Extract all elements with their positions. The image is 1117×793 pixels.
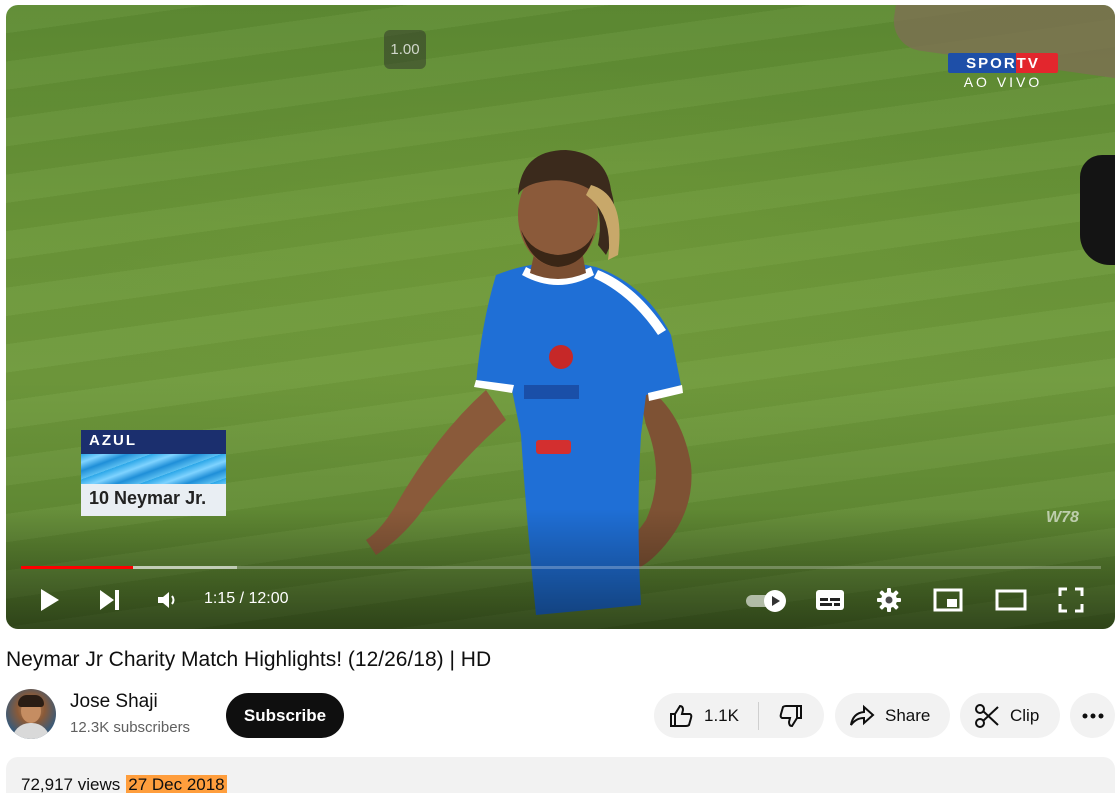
- volume-button[interactable]: [152, 585, 182, 615]
- sportv-logo-text: SPORTV: [948, 53, 1058, 73]
- share-icon: [850, 704, 875, 726]
- miniplayer-icon: [933, 588, 963, 612]
- progress-bar[interactable]: [21, 566, 1101, 569]
- channel-avatar[interactable]: [6, 689, 56, 739]
- more-actions-button[interactable]: [1070, 693, 1115, 738]
- play-icon: [41, 589, 59, 611]
- share-button[interactable]: Share: [835, 693, 950, 738]
- next-button[interactable]: [94, 585, 124, 615]
- next-icon: [100, 590, 119, 610]
- theater-mode-icon: [995, 589, 1027, 611]
- thumbs-down-icon: [779, 704, 802, 727]
- dislike-button[interactable]: [759, 693, 823, 738]
- live-label: AO VIVO: [963, 74, 1043, 90]
- player-name-label: 10 Neymar Jr.: [81, 484, 226, 516]
- scissors-icon: [975, 703, 999, 728]
- clip-label: Clip: [1010, 705, 1040, 725]
- background-figure: [1080, 155, 1115, 265]
- play-button[interactable]: [34, 585, 64, 615]
- fullscreen-icon: [1058, 587, 1084, 613]
- team-label: AZUL: [81, 430, 226, 454]
- progress-played: [21, 566, 134, 569]
- miniplayer-button[interactable]: [932, 585, 964, 615]
- thumbs-up-icon: [670, 704, 693, 727]
- description-box[interactable]: 72,917 views 27 Dec 2018: [6, 757, 1115, 793]
- team-color-stripe: [81, 454, 226, 484]
- autoplay-knob: [764, 590, 786, 612]
- theater-mode-button[interactable]: [994, 585, 1028, 615]
- subscribe-button[interactable]: Subscribe: [226, 693, 344, 738]
- subscriber-count: 12.3K subscribers: [70, 719, 191, 736]
- playback-speed-badge: 1.00: [384, 30, 426, 69]
- fullscreen-button[interactable]: [1056, 585, 1086, 615]
- gear-icon: [877, 588, 901, 612]
- volume-icon: [158, 592, 175, 608]
- like-dislike-group: 1.1K: [654, 693, 824, 738]
- autoplay-toggle[interactable]: [746, 590, 788, 612]
- more-horizontal-icon: [1082, 713, 1103, 718]
- broadcaster-logo: SPORTV AO VIVO: [948, 53, 1058, 90]
- subtitles-button[interactable]: [814, 585, 846, 615]
- description-meta: 72,917 views 27 Dec 2018: [21, 775, 227, 793]
- channel-name[interactable]: Jose Shaji: [70, 691, 158, 713]
- channel-watermark: W78: [1046, 509, 1079, 526]
- subtitles-icon: [816, 590, 844, 610]
- share-label: Share: [885, 705, 931, 725]
- time-display: 1:15 / 12:00: [204, 590, 289, 607]
- like-count: 1.1K: [704, 705, 739, 725]
- player-name-graphic: AZUL 10 Neymar Jr.: [81, 430, 226, 516]
- video-player[interactable]: 1.00 SPORTV AO VIVO AZUL 10 Neymar Jr. W…: [6, 5, 1115, 629]
- clip-button[interactable]: Clip: [960, 693, 1060, 738]
- settings-button[interactable]: [874, 585, 904, 615]
- autoplay-toggle-icon: [772, 596, 780, 606]
- video-title: Neymar Jr Charity Match Highlights! (12/…: [6, 648, 492, 671]
- upload-date: 27 Dec 2018: [126, 775, 227, 793]
- view-count: 72,917 views: [21, 775, 121, 793]
- like-button[interactable]: 1.1K: [654, 693, 758, 738]
